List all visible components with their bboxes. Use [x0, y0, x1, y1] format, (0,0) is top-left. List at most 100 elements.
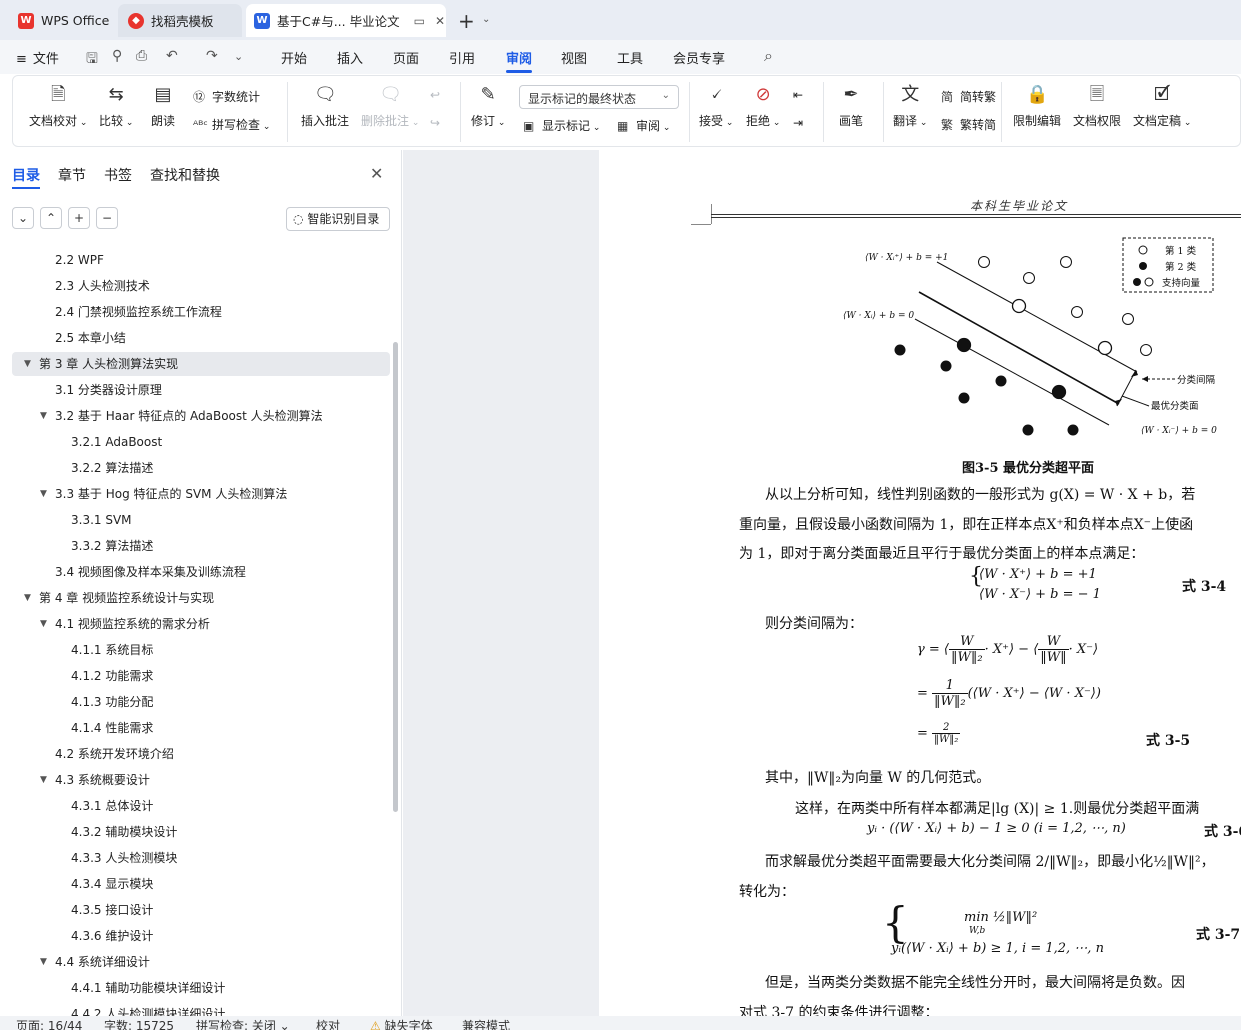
menu-insert[interactable]: 插入 — [337, 48, 363, 67]
pen-button[interactable]: ✒ 画笔 — [839, 84, 863, 129]
toc-item[interactable]: 4.4.1 辅助功能模块详细设计 — [0, 976, 390, 1000]
toc-item[interactable]: ▼ 第 4 章 视频监控系统设计与实现 — [0, 586, 390, 610]
quick-access-dropdown-icon[interactable]: ⌄ — [234, 50, 243, 63]
toc-item[interactable]: 4.3.6 维护设计 — [0, 924, 390, 948]
proof-status[interactable]: 校对 — [316, 1017, 340, 1030]
doc-permission-button[interactable]: 🗏 文档权限 — [1073, 84, 1121, 129]
toc-item[interactable]: 4.3.3 人头检测模块 — [0, 846, 390, 870]
menu-tools[interactable]: 工具 — [617, 48, 643, 67]
new-tab-icon[interactable]: + — [458, 9, 475, 33]
toc-item-selected[interactable]: ▼ 第 3 章 人头检测算法实现 — [12, 352, 390, 376]
insert-comment-button[interactable]: 🗨 插入批注 — [301, 84, 349, 129]
restore-window-icon[interactable]: ▭ — [414, 14, 425, 28]
toc-item[interactable]: 3.3.2 算法描述 — [0, 534, 390, 558]
expand-triangle-icon[interactable]: ▼ — [40, 768, 47, 792]
toc-item[interactable]: 3.4 视频图像及样本采集及训练流程 — [0, 560, 390, 584]
expand-triangle-icon[interactable]: ▼ — [24, 352, 31, 376]
expand-triangle-icon[interactable]: ▼ — [40, 482, 47, 506]
toc-item[interactable]: ▼ 4.3 系统概要设计 — [0, 768, 390, 792]
remove-heading-icon[interactable]: − — [96, 207, 118, 229]
document-page[interactable]: 本科生毕业论文 第 1 类 第 2 类 支持向量 ⟨W · Xᵢ⁺⟩ + b =… — [599, 150, 1241, 1016]
spell-check-button[interactable]: ᴬᴮᶜ 拼写检查 ⌄ — [193, 116, 270, 133]
nav-scrollbar-thumb[interactable] — [393, 342, 398, 812]
document-area[interactable]: 本科生毕业论文 第 1 类 第 2 类 支持向量 ⟨W · Xᵢ⁺⟩ + b =… — [403, 150, 1241, 1016]
doc-proof-button[interactable]: 🗎 文档校对 ⌄ — [29, 84, 87, 129]
menu-file[interactable]: ≡ 文件 — [16, 48, 59, 67]
to-traditional-button[interactable]: 简简转繁 — [941, 88, 996, 105]
word-count-indicator[interactable]: 字数: 15725 — [104, 1017, 174, 1030]
chevron-down-icon[interactable]: ⌄ — [482, 14, 490, 25]
toc-item[interactable]: 2.4 门禁视频监控系统工作流程 — [0, 300, 390, 324]
undo-icon[interactable]: ↶ — [166, 48, 178, 64]
toc-item[interactable]: 4.3.1 总体设计 — [0, 794, 390, 818]
page-indicator[interactable]: 页面: 16/44 — [16, 1017, 82, 1030]
menu-member[interactable]: 会员专享 — [673, 48, 725, 67]
doc-finalize-button[interactable]: 🗹 文档定稿 ⌄ — [1133, 84, 1191, 129]
display-mode-select[interactable]: 显示标记的最终状态 ⌄ — [519, 85, 679, 109]
smart-toc-button[interactable]: ◌ 智能识别目录 — [286, 207, 390, 231]
previous-comment-icon[interactable]: ↩ — [430, 88, 440, 102]
print-preview-icon[interactable]: ⎙ — [136, 48, 147, 64]
toc-item[interactable]: ▼ 3.3 基于 Hog 特征点的 SVM 人头检测算法 — [0, 482, 390, 506]
menu-view[interactable]: 视图 — [561, 48, 587, 67]
accept-button[interactable]: 🗸 接受 ⌄ — [699, 84, 733, 129]
menu-home[interactable]: 开始 — [281, 48, 307, 67]
share-icon[interactable]: ⚲ — [112, 48, 122, 64]
tab-template[interactable]: ◆ 找稻壳模板 — [118, 4, 242, 37]
toc-item[interactable]: 4.4.2 人头检测模块详细设计 — [0, 1002, 390, 1016]
read-aloud-button[interactable]: ▤ 朗读 — [151, 84, 175, 129]
nav-tab-toc[interactable]: 目录 — [12, 165, 40, 185]
expand-triangle-icon[interactable]: ▼ — [24, 586, 31, 610]
delete-comment-button[interactable]: 🗨 删除批注 ⌄ — [361, 84, 419, 129]
expand-triangle-icon[interactable]: ▼ — [40, 950, 47, 974]
show-markup-button[interactable]: ▣ 显示标记 ⌄ — [523, 117, 600, 134]
toc-item[interactable]: 4.1.3 功能分配 — [0, 690, 390, 714]
restrict-edit-button[interactable]: 🔒 限制编辑 — [1013, 84, 1061, 129]
toc-item[interactable]: 3.1 分类器设计原理 — [0, 378, 390, 402]
toc-item[interactable]: 3.3.1 SVM — [0, 508, 390, 532]
nav-tab-find-replace[interactable]: 查找和替换 — [150, 165, 220, 185]
reject-button[interactable]: ⊘ 拒绝 ⌄ — [746, 84, 780, 129]
close-icon[interactable]: ✕ — [370, 164, 383, 183]
toc-item[interactable]: 2.2 WPF — [0, 248, 390, 272]
toc-item[interactable]: 2.5 本章小结 — [0, 326, 390, 350]
spell-check-status[interactable]: 拼写检查: 关闭 ⌄ — [196, 1017, 290, 1030]
menu-review[interactable]: 审阅 — [506, 48, 532, 67]
to-simplified-button[interactable]: 繁繁转简 — [941, 116, 996, 133]
word-count-button[interactable]: ⑫ 字数统计 — [193, 88, 260, 105]
toc-item[interactable]: 4.3.5 接口设计 — [0, 898, 390, 922]
translate-button[interactable]: 文 翻译 ⌄ — [893, 84, 927, 129]
menu-references[interactable]: 引用 — [449, 48, 475, 67]
toc-item[interactable]: ▼ 3.2 基于 Haar 特征点的 AdaBoost 人头检测算法 — [0, 404, 390, 428]
toc-item[interactable]: 2.3 人头检测技术 — [0, 274, 390, 298]
next-change-icon[interactable]: ⇥ — [793, 116, 803, 130]
next-comment-icon[interactable]: ↪ — [430, 116, 440, 130]
redo-icon[interactable]: ↷ — [206, 48, 218, 64]
toc-item[interactable]: ▼ 4.1 视频监控系统的需求分析 — [0, 612, 390, 636]
toc-item[interactable]: 4.1.4 性能需求 — [0, 716, 390, 740]
search-icon[interactable]: ⌕ — [764, 46, 773, 66]
toc-item[interactable]: ▼ 4.4 系统详细设计 — [0, 950, 390, 974]
expand-triangle-icon[interactable]: ▼ — [40, 612, 47, 636]
review-pane-button[interactable]: ▦ 审阅 ⌄ — [617, 117, 670, 134]
tab-wps-office[interactable]: W WPS Office — [6, 4, 112, 37]
toc-item[interactable]: 4.2 系统开发环境介绍 — [0, 742, 390, 766]
toc-item[interactable]: 4.3.4 显示模块 — [0, 872, 390, 896]
nav-tab-sections[interactable]: 章节 — [58, 165, 86, 185]
toc-item[interactable]: 4.3.2 辅助模块设计 — [0, 820, 390, 844]
expand-up-icon[interactable]: ⌃ — [40, 207, 62, 229]
expand-triangle-icon[interactable]: ▼ — [40, 404, 47, 428]
revise-button[interactable]: ✎ 修订 ⌄ — [471, 84, 505, 129]
add-heading-icon[interactable]: + — [68, 207, 90, 229]
compare-button[interactable]: ⇆ 比较 ⌄ — [99, 84, 133, 129]
toc-item[interactable]: 3.2.2 算法描述 — [0, 456, 390, 480]
save-icon[interactable]: 🖫 — [86, 48, 98, 72]
missing-font-status[interactable]: ⚠ 缺失字体 — [370, 1017, 433, 1030]
collapse-all-icon[interactable]: ⌄ — [12, 207, 34, 229]
previous-change-icon[interactable]: ⇤ — [793, 88, 803, 102]
tab-document[interactable]: W 基于C#与... 毕业论文 ▭ ✕ — [246, 4, 446, 37]
toc-item[interactable]: 4.1.2 功能需求 — [0, 664, 390, 688]
nav-tab-bookmarks[interactable]: 书签 — [104, 165, 132, 185]
toc-item[interactable]: 3.2.1 AdaBoost — [0, 430, 390, 454]
menu-page[interactable]: 页面 — [393, 48, 419, 67]
